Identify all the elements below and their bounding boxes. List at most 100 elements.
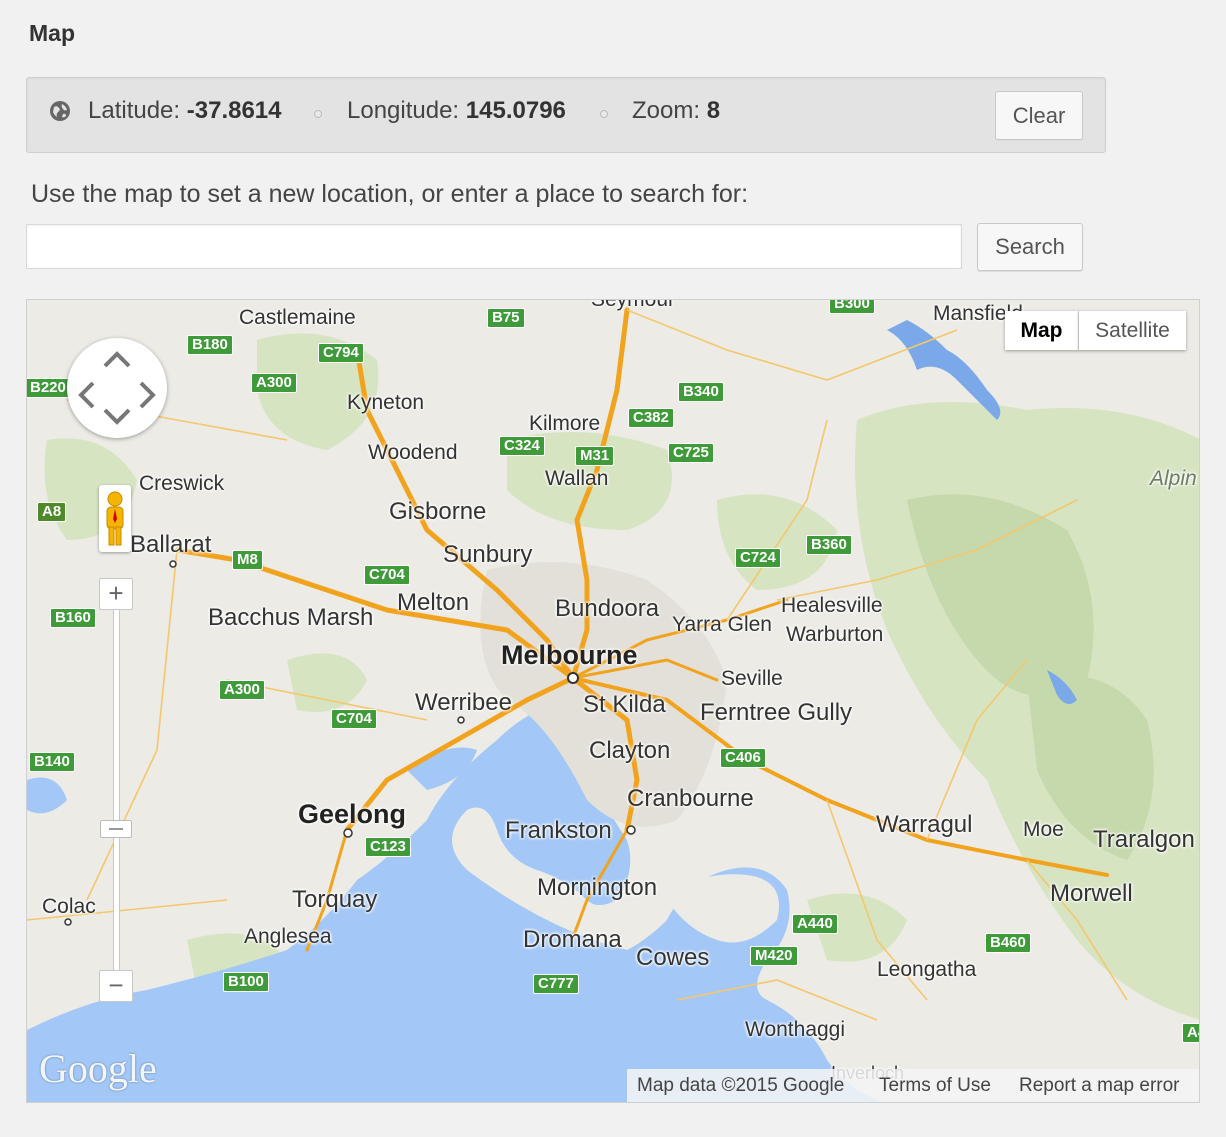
place-label: Creswick [139,472,225,495]
road-shield: B360 [806,535,852,555]
place-label: Woodend [368,441,458,464]
google-logo: Google [39,1046,157,1091]
place-label: St Kilda [583,691,666,718]
place-label: Morwell [1050,880,1133,907]
place-label: Cowes [636,944,710,971]
road-shield: M8 [232,550,263,570]
map-type-map-button[interactable]: Map [1005,311,1079,350]
zoom-slider-track[interactable] [113,608,120,984]
location-search-input[interactable] [26,224,962,269]
map-attribution-bar: Map data ©2015 Google Terms of Use Repor… [627,1069,1199,1102]
road-shield: A300 [219,680,265,700]
road-shield: C704 [364,565,410,585]
map-canvas[interactable]: Castlemaine Seymour Mansfield Kyneton Ki… [26,299,1200,1103]
place-label: Wonthaggi [745,1018,846,1041]
pan-right-icon[interactable] [133,373,163,417]
clear-button[interactable]: Clear [995,91,1083,140]
road-shield: C725 [668,443,714,463]
longitude-label: Longitude: [347,97,460,124]
place-label: Ferntree Gully [700,699,853,726]
pan-control[interactable] [67,338,167,438]
road-shield: B75 [487,308,525,328]
place-label: Wallan [545,467,609,490]
road-shield: B140 [29,752,75,772]
street-view-pegman[interactable] [99,485,131,552]
place-label: Clayton [589,737,671,764]
separator-dot [600,110,608,118]
place-label: Healesville [781,594,883,617]
place-label: Gisborne [389,498,487,525]
road-shield: B100 [223,972,269,992]
road-shield: C704 [331,709,377,729]
place-label: Sunbury [443,541,533,568]
road-shield: B160 [50,608,96,628]
zoom-value: 8 [706,97,721,124]
place-label: Moe [1023,818,1064,841]
place-label: Werribee [415,689,512,716]
zoom-out-button[interactable]: − [99,970,133,1002]
road-shield: A300 [251,373,297,393]
place-label: Dromana [523,926,622,953]
pegman-icon [106,491,124,546]
separator-dot [314,110,322,118]
place-label: Ballarat [130,531,212,558]
road-shield: C123 [365,837,411,857]
terms-of-use-link[interactable]: Terms of Use [879,1075,991,1097]
report-map-error-link[interactable]: Report a map error [1019,1075,1180,1097]
road-shield: B300 [829,300,875,314]
road-shield: M31 [575,446,615,466]
latitude-value: -37.8614 [186,97,282,124]
zoom-display: Zoom: 8 [632,97,720,125]
map-attribution: Map data ©2015 Google [637,1075,845,1096]
search-prompt: Use the map to set a new location, or en… [31,180,749,208]
pan-up-icon[interactable] [95,344,139,374]
place-label: Warragul [876,811,973,838]
road-shield: C324 [499,436,545,456]
longitude-value: 145.0796 [465,97,566,124]
place-label: Warburton [786,623,884,646]
place-label: Colac [42,895,96,918]
place-label: Yarra Glen [672,613,772,636]
place-label: Alpin [1150,467,1197,490]
road-shield: M420 [750,946,798,966]
section-title: Map [29,20,75,46]
road-shield: B180 [187,335,233,355]
latitude-label: Latitude: [88,97,181,124]
place-label: Geelong [298,799,407,829]
latitude-display: Latitude: -37.8614 [88,97,282,125]
place-label: Bundoora [555,595,660,622]
place-label: Frankston [505,817,612,844]
place-label: Castlemaine [239,306,356,329]
zoom-in-button[interactable]: + [99,578,133,610]
place-label: Seville [721,667,783,690]
road-shield: C382 [628,408,674,428]
search-button[interactable]: Search [977,223,1083,271]
place-label: Traralgon [1093,826,1195,853]
place-label: Bacchus Marsh [208,604,374,631]
road-shield: C406 [720,748,766,768]
location-info-bar: Latitude: -37.8614 Longitude: 145.0796 Z… [26,77,1106,153]
road-shield: B460 [985,933,1031,953]
road-shield: A8 [37,502,67,522]
place-label: Seymour [591,299,676,311]
road-shield: A440 [792,914,838,934]
zoom-slider-handle[interactable] [100,820,132,838]
road-shield: B340 [678,382,724,402]
place-label: Kyneton [347,391,425,414]
place-label: Torquay [292,886,378,913]
zoom-label: Zoom: [632,97,701,124]
place-label: Kilmore [529,412,601,435]
map-type-satellite-button[interactable]: Satellite [1079,311,1186,350]
road-shield: C794 [318,343,364,363]
place-label: Leongatha [877,958,977,981]
road-shield: C777 [533,974,579,994]
road-shield: A44 [1182,1023,1199,1043]
pan-left-icon[interactable] [71,373,101,417]
longitude-display: Longitude: 145.0796 [347,97,566,125]
globe-icon [50,101,70,121]
road-shield: B220 [27,378,71,398]
road-shield: C724 [735,548,781,568]
place-label: Anglesea [244,925,332,948]
place-label: Melbourne [501,640,638,670]
place-label: Cranbourne [627,785,754,812]
